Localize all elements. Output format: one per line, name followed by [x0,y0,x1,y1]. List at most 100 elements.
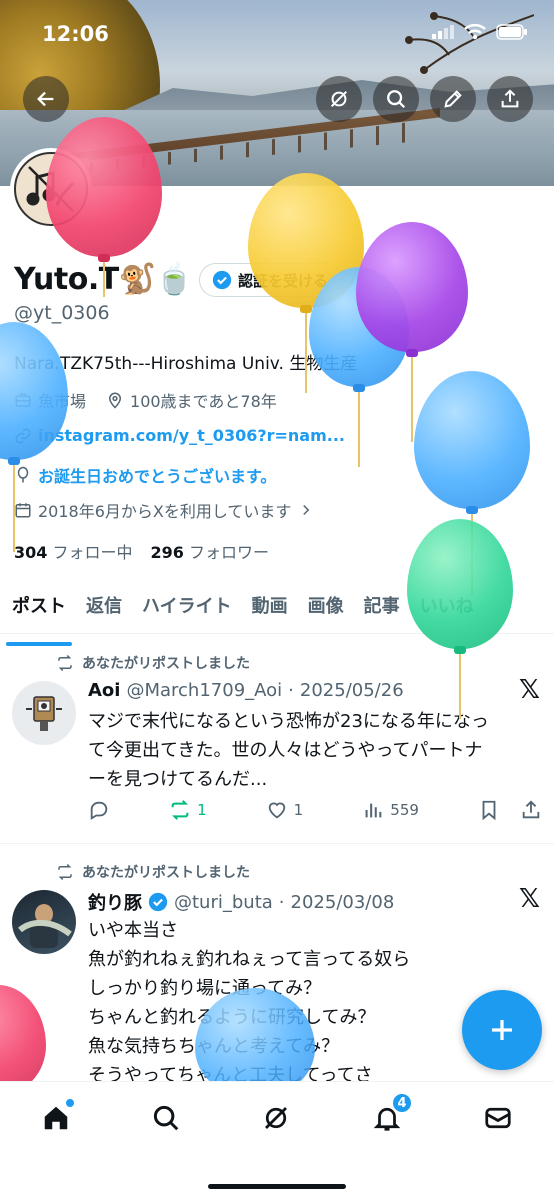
post-date[interactable]: 2025/05/26 [300,680,404,701]
nav-home[interactable] [36,1098,76,1138]
views-button[interactable]: 559 [362,799,419,821]
followers-link[interactable]: 296 フォロワー [151,539,270,563]
grok-icon [265,1107,287,1129]
tab-replies[interactable]: 返信 [86,582,122,633]
calendar-icon [15,503,31,518]
author-name[interactable]: 釣り豚 [88,889,142,915]
profile-location: 100歳まであと78年 [130,392,277,411]
profile-avatar[interactable] [10,148,92,230]
x-logo-icon[interactable]: 𝕏 [519,884,540,914]
repost-count: 1 [197,801,207,819]
post-header: 釣り豚 @turi_buta · 2025/03/08 [88,889,394,915]
post-text: いや本当さ 魚が釣れねぇ釣れねぇって言ってる奴ら しっかり釣り場に通ってみ？ ち… [88,916,528,1090]
repost-button[interactable]: 1 [169,799,207,821]
bottom-navigation: 4 [0,1081,554,1200]
profile-bio: Nara.TZK75th---Hiroshima Univ. 生物生産 [14,354,358,374]
like-button[interactable]: 1 [266,799,304,821]
following-count: 304 [14,543,48,562]
post-item[interactable]: あなたがリポストしました Aoi @March1709_Aoi · 2025/0… [0,635,554,843]
user-handle: @yt_0306 [14,302,110,324]
notification-badge: 4 [391,1092,413,1114]
share-button[interactable] [487,76,533,122]
status-time: 12:06 [42,22,109,46]
birthday-row: お誕生日おめでとうございます。 [14,463,276,487]
status-bar: 12:06 [0,20,554,50]
separator-dot: · [288,680,294,701]
profile-meta-row: 魚市場 100歳まであと78年 [14,388,277,412]
joined-row[interactable]: 2018年6月からXを利用しています [14,498,315,522]
robot-avatar-icon [26,696,62,731]
chevron-right-icon [303,504,310,516]
compose-post-button[interactable] [462,990,542,1070]
share-icon [501,89,519,108]
author-name[interactable]: Aoi [88,680,120,701]
nav-grok[interactable] [256,1098,296,1138]
edit-button[interactable] [430,76,476,122]
following-link[interactable]: 304 フォロー中 [14,539,133,563]
x-logo-icon[interactable]: 𝕏 [519,675,540,705]
tab-articles[interactable]: 記事 [364,582,400,633]
view-count: 559 [390,801,419,819]
battery-icon [496,24,527,40]
heart-icon [268,802,285,819]
repost-icon [58,863,72,881]
profile-link[interactable]: instagram.com/y_t_0306?r=nam... [38,426,345,445]
share-icon[interactable] [520,799,542,821]
author-handle[interactable]: @March1709_Aoi [126,680,282,701]
wifi-icon [464,24,486,40]
nav-notifications[interactable]: 4 [367,1092,413,1138]
post-text-line: て今更出てきた。世の人々はどうやってパートナ [88,740,483,761]
tab-likes[interactable]: いいね [420,582,474,633]
post-header: Aoi @March1709_Aoi · 2025/05/26 [88,680,404,701]
profile-tabs: ポスト 返信 ハイライト 動画 画像 記事 いいね [0,582,554,646]
repost-label: あなたがリポストしました [82,656,250,672]
followers-label: フォロワー [189,543,270,562]
repost-indicator: あなたがリポストしました [56,862,250,882]
like-count: 1 [293,801,304,819]
post-extra-actions [478,799,542,821]
following-label: フォロー中 [52,543,133,562]
repost-icon [171,800,189,820]
reply-button[interactable] [88,799,110,821]
author-handle[interactable]: @turi_buta [174,892,273,913]
post-avatar[interactable] [12,681,76,745]
balloon-icon [17,466,29,483]
tab-images[interactable]: 画像 [308,582,344,633]
search-button[interactable] [373,76,419,122]
signal-icon [432,25,454,39]
repost-label: あなたがリポストしました [82,865,250,881]
profile-category: 魚市場 [38,392,87,411]
verified-badge-icon [148,892,168,912]
birthday-balloon [356,222,468,442]
separator-dot: · [278,891,285,913]
link-icon [15,428,31,443]
post-actions: 1 1 559 [88,799,542,821]
grok-button[interactable] [316,76,362,122]
post-text-line: いや本当さ [88,920,178,941]
search-icon [153,1105,179,1131]
home-indicator [208,1184,346,1189]
tab-videos[interactable]: 動画 [252,582,288,633]
tab-posts[interactable]: ポスト [6,582,72,646]
post-text-line: しっかり釣り場に通ってみ？ [88,978,322,999]
follow-stats: 304 フォロー中 296 フォロワー [14,539,269,563]
home-unread-dot [66,1099,74,1107]
birthday-balloon [414,371,530,596]
bookmark-icon[interactable] [478,799,500,821]
home-icon [44,1106,68,1130]
get-verified-button[interactable]: 認証を受ける [199,263,344,297]
nav-messages[interactable] [478,1098,518,1138]
back-button[interactable] [23,76,69,122]
location-pin-icon [109,392,122,409]
post-avatar[interactable] [12,890,76,954]
joined-date: 2018年6月からXを利用しています [38,502,292,521]
post-text-line: 魚が釣れねぇ釣れねぇって言ってる奴ら [88,949,411,970]
post-text-line: マジで末代になるという恐怖が23になる年になっ [88,711,489,732]
get-verified-label: 認証を受ける [238,271,329,290]
display-name: Yuto.T🐒🍵 [14,262,193,297]
nav-search[interactable] [146,1098,186,1138]
post-date[interactable]: 2025/03/08 [291,892,395,913]
tab-highlights[interactable]: ハイライト [142,582,232,633]
briefcase-icon [15,393,31,407]
profile-link-row[interactable]: instagram.com/y_t_0306?r=nam... [14,426,345,445]
